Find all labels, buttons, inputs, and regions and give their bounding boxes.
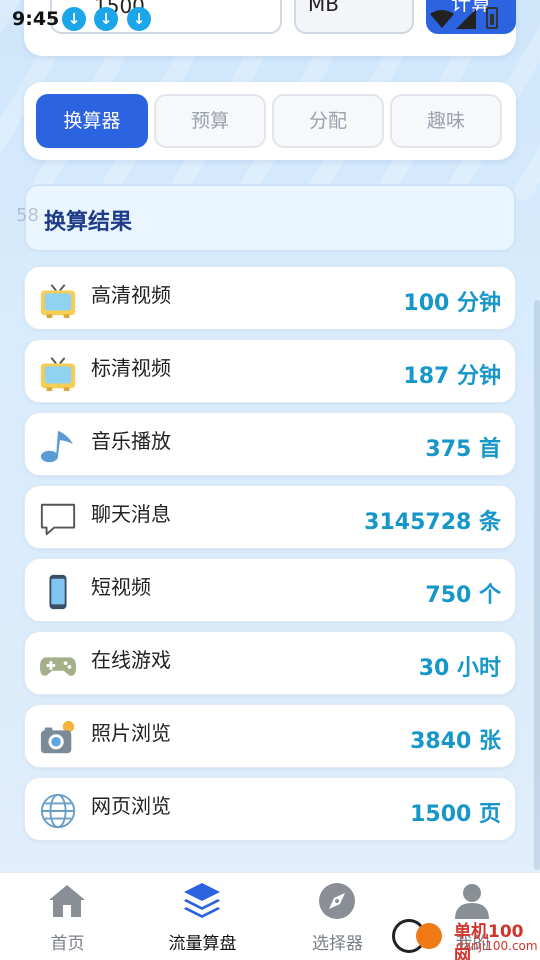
wifi-icon — [430, 10, 454, 28]
result-row-sd-video: 标清视频 187 分钟 — [24, 339, 516, 403]
result-row-photos: 照片浏览 3840 张 — [24, 704, 516, 768]
row-label: 标清视频 — [91, 356, 171, 380]
mode-tabs: 换算器 预算 分配 趣味 — [24, 82, 516, 160]
tab-allocate[interactable]: 分配 — [272, 94, 384, 148]
result-row-chat: 聊天消息 3145728 条 — [24, 485, 516, 549]
result-row-gaming: 在线游戏 30 小时 — [24, 631, 516, 695]
download-icon: ↓ — [127, 7, 151, 31]
phone-icon — [49, 574, 67, 610]
watermark: 单机100网 danji100.com — [390, 915, 540, 960]
row-value: 187 分钟 — [403, 364, 501, 389]
row-label: 网页浏览 — [91, 794, 171, 818]
chat-bubble-icon — [40, 503, 76, 536]
compass-icon — [319, 883, 355, 919]
ghost-text: 58 — [16, 205, 39, 226]
globe-icon — [40, 793, 76, 829]
scrollbar[interactable] — [534, 300, 540, 870]
result-row-web: 网页浏览 1500 页 — [24, 777, 516, 841]
result-header: 换算结果 — [24, 184, 516, 252]
result-title: 换算结果 — [44, 210, 133, 235]
watermark-url: danji100.com — [456, 939, 538, 953]
row-value: 1500 页 — [410, 802, 501, 827]
row-value: 375 首 — [425, 437, 501, 462]
nav-home[interactable]: 首页 — [0, 873, 135, 960]
status-bar: 9:45 ↓ ↓ ↓ — [0, 0, 540, 36]
gamepad-icon — [39, 657, 77, 676]
layers-icon — [184, 883, 220, 918]
row-value: 3145728 条 — [364, 510, 501, 535]
download-icon: ↓ — [94, 7, 118, 31]
row-label: 在线游戏 — [91, 648, 171, 672]
battery-icon — [486, 7, 498, 29]
nav-selector[interactable]: 选择器 — [270, 873, 405, 960]
tv-icon — [40, 284, 76, 319]
row-value: 750 个 — [425, 583, 501, 608]
row-label: 短视频 — [91, 575, 151, 599]
camera-icon — [40, 720, 75, 754]
row-label: 音乐播放 — [91, 429, 171, 453]
row-label: 照片浏览 — [91, 721, 171, 745]
result-row-short-video: 短视频 750 个 — [24, 558, 516, 622]
nav-label: 流量算盘 — [168, 934, 237, 954]
tab-fun[interactable]: 趣味 — [390, 94, 502, 148]
row-value: 100 分钟 — [403, 291, 501, 316]
row-value: 30 小时 — [418, 656, 501, 681]
row-value: 3840 张 — [410, 729, 501, 754]
tab-converter[interactable]: 换算器 — [36, 94, 148, 148]
tab-budget[interactable]: 预算 — [154, 94, 266, 148]
result-row-music: 音乐播放 375 首 — [24, 412, 516, 476]
nav-traffic-calculator[interactable]: 流量算盘 — [135, 873, 270, 960]
tv-icon — [40, 357, 76, 392]
music-note-icon — [40, 430, 74, 463]
download-icon: ↓ — [62, 7, 86, 31]
nav-label: 选择器 — [312, 934, 363, 954]
watermark-logo-icon — [416, 923, 442, 949]
nav-label: 首页 — [50, 934, 85, 954]
status-time: 9:45 — [12, 8, 60, 30]
signal-icon — [456, 9, 476, 29]
row-label: 聊天消息 — [91, 502, 171, 526]
home-icon — [49, 885, 85, 917]
row-label: 高清视频 — [91, 283, 171, 307]
result-row-hd-video: 高清视频 100 分钟 — [24, 266, 516, 330]
